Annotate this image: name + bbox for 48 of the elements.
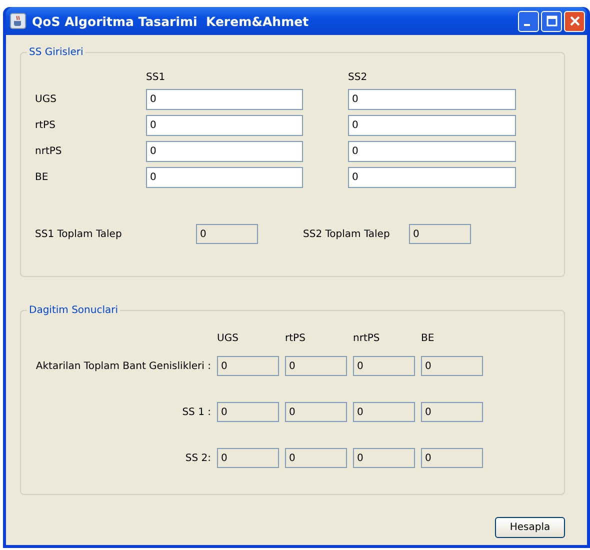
minimize-button[interactable] xyxy=(518,10,539,32)
input-field[interactable]: 0 xyxy=(146,89,303,110)
column-header: SS2 xyxy=(348,72,368,83)
total-label: SS2 Toplam Talep xyxy=(303,228,391,240)
result-field[interactable]: 0 xyxy=(353,356,415,376)
input-field[interactable]: 0 xyxy=(348,115,516,136)
input-field[interactable]: 0 xyxy=(146,115,303,136)
total-field[interactable]: 0 xyxy=(196,224,258,244)
result-field[interactable]: 0 xyxy=(421,448,483,468)
calculate-button[interactable]: Hesapla xyxy=(495,517,565,538)
panel-title: Dagitim Sonuclari xyxy=(28,305,120,316)
input-field[interactable]: 0 xyxy=(146,141,303,162)
result-field[interactable]: 0 xyxy=(217,402,279,422)
close-icon xyxy=(568,15,580,27)
result-field[interactable]: 0 xyxy=(217,448,279,468)
row-label: rtPS xyxy=(35,120,56,131)
result-field[interactable]: 0 xyxy=(421,356,483,376)
column-header: BE xyxy=(421,332,436,344)
column-header: SS1 xyxy=(146,72,166,83)
total-label: SS1 Toplam Talep xyxy=(35,228,123,240)
result-field[interactable]: 0 xyxy=(421,402,483,422)
window-title: QoS Algoritma Tasarimi Kerem&Ahmet xyxy=(32,14,309,28)
row-label: Aktarilan Toplam Bant Genislikleri : xyxy=(35,360,211,372)
input-field[interactable]: 0 xyxy=(348,167,516,188)
row-label: BE xyxy=(35,172,50,183)
total-field[interactable]: 0 xyxy=(409,224,471,244)
close-button[interactable] xyxy=(564,10,585,32)
column-header: rtPS xyxy=(285,332,306,344)
row-label: nrtPS xyxy=(35,146,63,157)
input-field[interactable]: 0 xyxy=(348,89,516,110)
column-header: UGS xyxy=(217,332,240,344)
row-label: SS 2: xyxy=(184,452,211,464)
minimize-icon xyxy=(524,24,530,26)
column-header: nrtPS xyxy=(353,332,381,344)
result-field[interactable]: 0 xyxy=(217,356,279,376)
maximize-icon xyxy=(546,15,558,27)
result-field[interactable]: 0 xyxy=(285,356,347,376)
input-field[interactable]: 0 xyxy=(348,141,516,162)
result-field[interactable]: 0 xyxy=(353,448,415,468)
result-field[interactable]: 0 xyxy=(285,402,347,422)
result-field[interactable]: 0 xyxy=(353,402,415,422)
row-label: UGS xyxy=(35,94,58,105)
coffee-cup-icon xyxy=(10,13,26,29)
row-label: SS 1 : xyxy=(181,406,211,418)
input-field[interactable]: 0 xyxy=(146,167,303,188)
maximize-button[interactable] xyxy=(541,10,562,32)
panel-title: SS Girisleri xyxy=(28,47,84,58)
result-field[interactable]: 0 xyxy=(285,448,347,468)
